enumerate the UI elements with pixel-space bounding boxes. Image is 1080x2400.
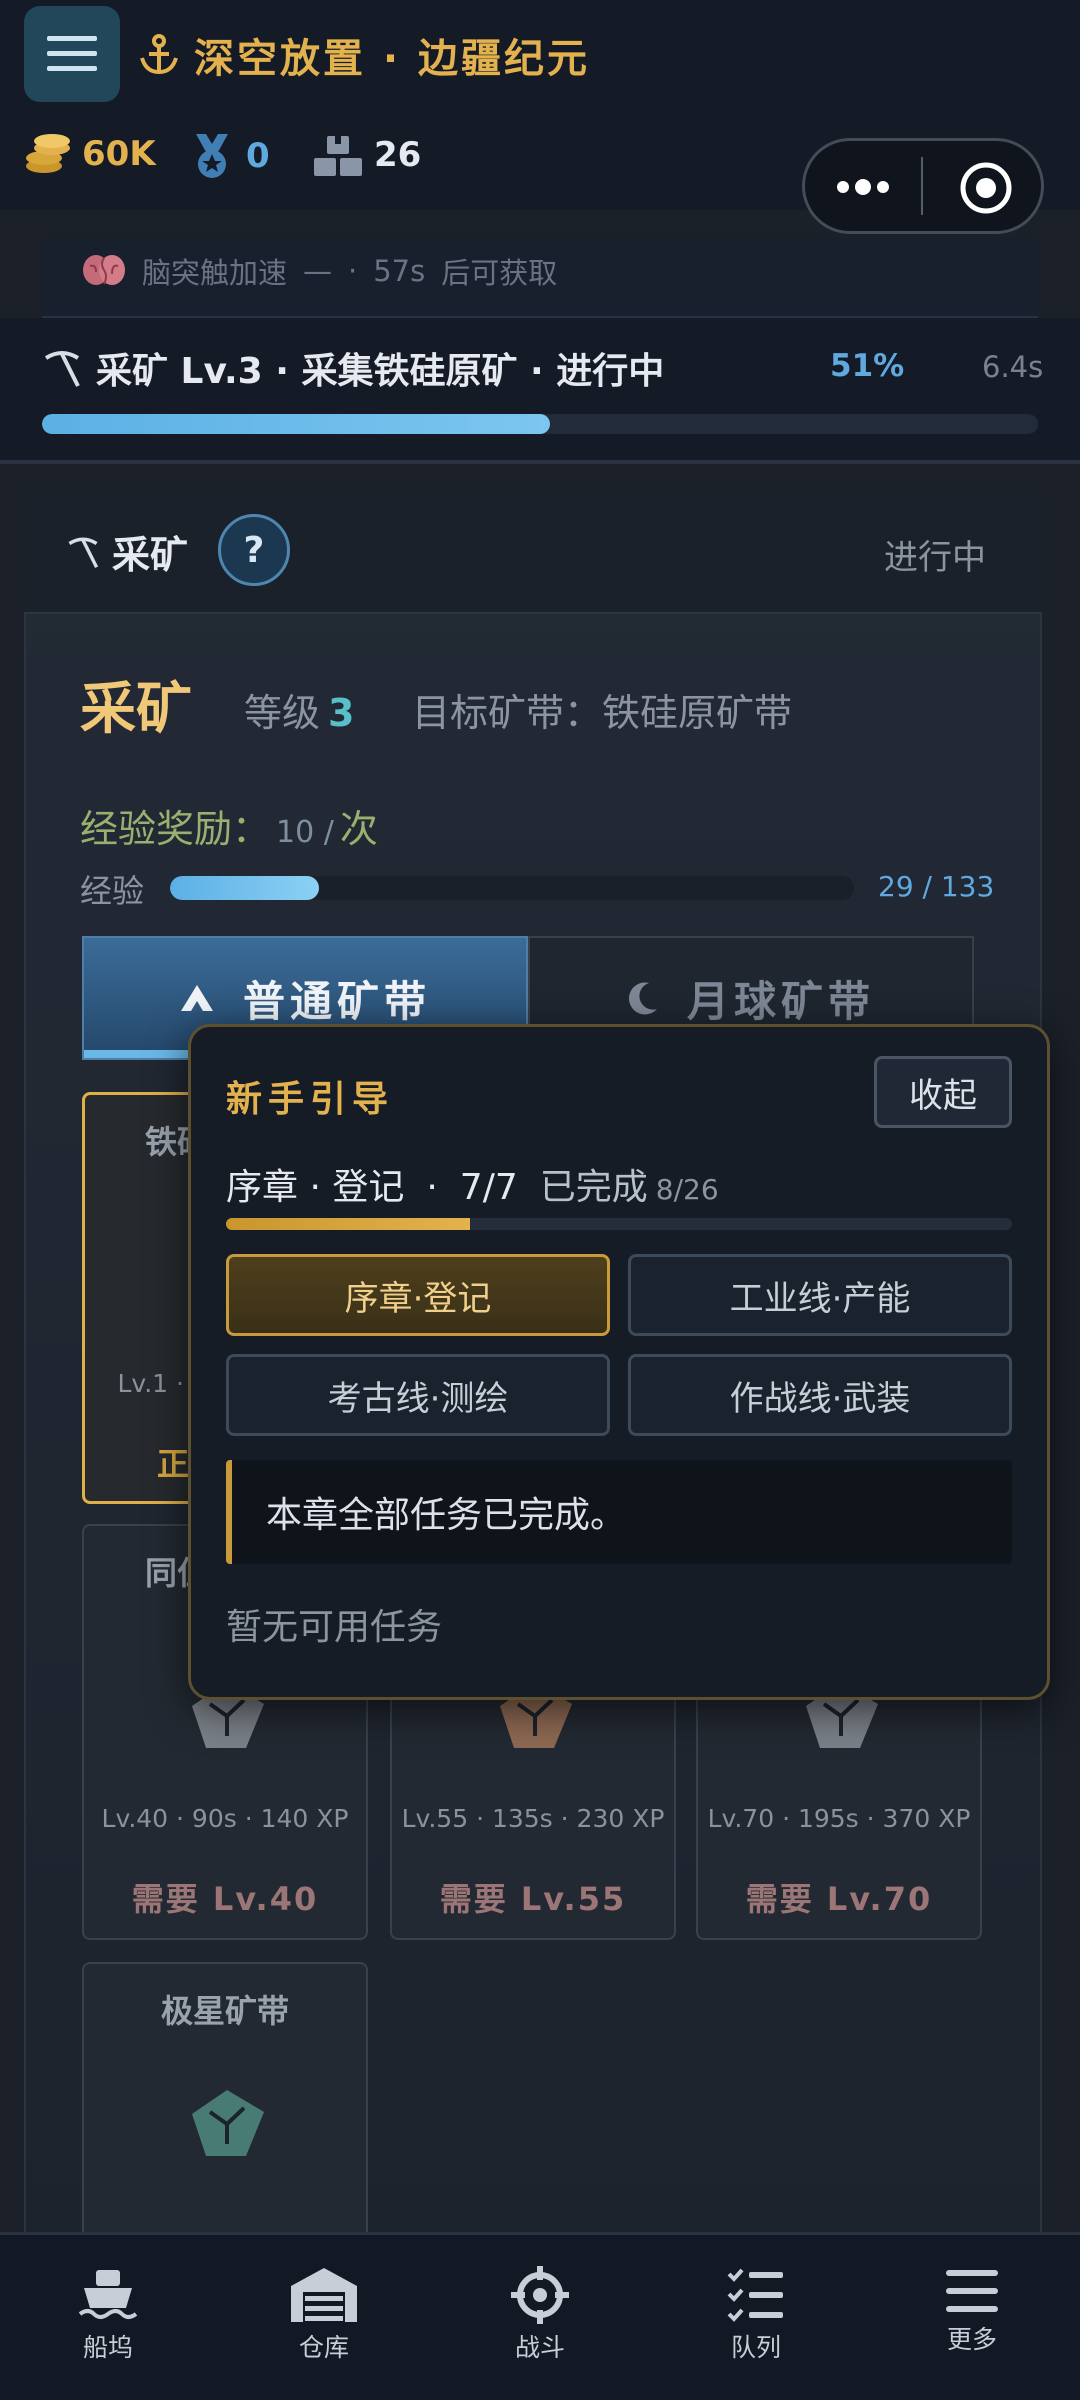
ore-belt-meta: Lv.55 · 135s · 230 XP xyxy=(401,1804,665,1833)
boost-name: 脑突触加速 xyxy=(142,256,288,290)
ore-belt-requirement: 需要 Lv.40 xyxy=(131,1880,319,1918)
hamburger-icon xyxy=(47,36,97,71)
crates-icon xyxy=(314,136,362,176)
main-menu-button[interactable] xyxy=(24,6,120,102)
xp-reward: 经验奖励： 10 /次 xyxy=(80,798,378,853)
warehouse-icon xyxy=(291,2268,357,2322)
panel-title-text: 采矿 xyxy=(112,533,189,577)
guide-chapter-line: 序章 · 登记 · 7/7 已完成 8/26 xyxy=(226,1158,719,1210)
coins-value: 60K xyxy=(82,134,156,174)
guide-chapter-combat[interactable]: 作战线·武装 xyxy=(628,1354,1012,1436)
nav-warehouse-label: 仓库 xyxy=(298,2333,349,2362)
mining-time-left: 6.4s xyxy=(982,350,1044,384)
ellipsis-icon xyxy=(837,179,889,195)
crosshair-icon xyxy=(511,2266,569,2324)
guide-done-count: 8/26 xyxy=(655,1173,719,1206)
skill-name: 采矿 xyxy=(80,677,192,742)
ore-belt-card[interactable]: 极星矿带 xyxy=(82,1962,368,2262)
nav-queue[interactable]: 队列 xyxy=(686,2266,826,2364)
nav-dock-label: 船坞 xyxy=(82,2333,133,2362)
target-circle-icon xyxy=(960,162,1012,214)
ore-belt-meta: Lv.70 · 195s · 370 XP xyxy=(707,1804,971,1833)
guide-empty-text: 暂无可用任务 xyxy=(226,1607,443,1648)
guide-progress-fill xyxy=(226,1218,470,1230)
mining-percent: 51% xyxy=(830,348,905,384)
ship-icon xyxy=(78,2270,138,2319)
checklist-icon xyxy=(727,2268,783,2322)
medals-value: 0 xyxy=(246,136,270,176)
guide-progress-bar xyxy=(226,1218,1012,1230)
nav-battle-label: 战斗 xyxy=(514,2333,565,2362)
mining-progress-fill xyxy=(42,414,550,434)
ore-gem-icon xyxy=(192,2090,264,2156)
app-title: 深空放置 · 边疆纪元 xyxy=(138,26,590,84)
medal-icon xyxy=(196,134,228,178)
level-label: 等级 xyxy=(244,691,321,735)
brain-icon xyxy=(83,255,125,285)
xp-reward-label: 经验奖励： xyxy=(80,807,271,851)
crates-value: 26 xyxy=(374,135,422,175)
boost-dash: — xyxy=(303,254,333,288)
anchor-icon xyxy=(140,34,178,75)
xp-reward-unit: 次 xyxy=(339,807,378,851)
guide-message: 本章全部任务已完成。 xyxy=(226,1460,1012,1564)
mining-activity-text: 采矿 Lv.3 · 采集铁硅原矿 · 进行中 xyxy=(96,351,665,392)
xp-reward-value: 10 / xyxy=(276,815,334,850)
more-options-button[interactable] xyxy=(835,179,891,199)
skill-level: 等级 3 xyxy=(244,682,354,737)
boost-dot: · xyxy=(348,254,358,288)
nav-dock[interactable]: 船坞 xyxy=(38,2266,178,2364)
target-belt: 目标矿带：铁硅原矿带 xyxy=(412,691,793,735)
ore-belt-title: 极星矿带 xyxy=(160,1992,289,2030)
coins-counter: 60K xyxy=(24,132,156,176)
capsule-divider xyxy=(921,157,923,215)
xp-count: 29 / 133 xyxy=(878,870,995,903)
guide-chapter-name: 序章 · 登记 xyxy=(226,1167,405,1208)
ore-belt-requirement: 需要 Lv.55 xyxy=(439,1880,627,1918)
mountain-icon xyxy=(180,985,213,1011)
mini-program-capsule xyxy=(802,138,1044,234)
panel-status: 进行中 xyxy=(884,538,986,578)
tab-moon-label: 月球矿带 xyxy=(686,976,875,1026)
guide-chapter-prologue[interactable]: 序章·登记 xyxy=(226,1254,610,1336)
nav-more[interactable]: 更多 xyxy=(902,2266,1042,2356)
help-button[interactable]: ? xyxy=(218,514,290,586)
guide-title: 新手引导 xyxy=(226,1079,395,1120)
nav-warehouse[interactable]: 仓库 xyxy=(254,2266,394,2364)
panel-title: 采矿 xyxy=(66,524,188,579)
nav-more-label: 更多 xyxy=(946,2325,997,2354)
close-program-button[interactable] xyxy=(959,161,1013,219)
guide-collapse-button[interactable]: 收起 xyxy=(874,1056,1012,1128)
boost-status: 脑突触加速 — · 57s 后可获取 xyxy=(82,250,557,292)
menu-icon xyxy=(946,2270,998,2312)
boost-time: 57s xyxy=(373,254,426,288)
boost-suffix: 后可获取 xyxy=(441,256,558,290)
guide-chapter-industry[interactable]: 工业线·产能 xyxy=(628,1254,1012,1336)
guide-chapter-archaeology[interactable]: 考古线·测绘 xyxy=(226,1354,610,1436)
nav-queue-label: 队列 xyxy=(730,2333,781,2362)
medals-counter: 0 xyxy=(188,132,270,180)
app-title-text: 深空放置 · 边疆纪元 xyxy=(194,36,591,82)
moon-icon xyxy=(628,982,657,1015)
tab-normal-label: 普通矿带 xyxy=(242,976,431,1026)
xp-label: 经验 xyxy=(80,872,145,910)
pickaxe-icon xyxy=(68,537,99,568)
level-value: 3 xyxy=(328,691,355,735)
nav-battle[interactable]: 战斗 xyxy=(470,2266,610,2364)
mining-activity: 采矿 Lv.3 · 采集铁硅原矿 · 进行中 xyxy=(42,342,664,394)
coins-icon xyxy=(26,134,70,173)
guide-step: 7/7 xyxy=(459,1167,518,1208)
ore-belt-meta: Lv.40 · 90s · 140 XP xyxy=(101,1804,349,1833)
guide-done-label: 已完成 xyxy=(539,1167,648,1208)
mining-progress-bar xyxy=(42,414,1038,434)
xp-progress-fill xyxy=(170,876,320,900)
xp-progress-bar xyxy=(170,876,854,900)
ore-belt-requirement: 需要 Lv.70 xyxy=(745,1880,933,1918)
pickaxe-icon xyxy=(44,351,80,387)
crates-counter: 26 xyxy=(312,132,421,178)
guide-chapter-sep: · xyxy=(426,1167,438,1208)
